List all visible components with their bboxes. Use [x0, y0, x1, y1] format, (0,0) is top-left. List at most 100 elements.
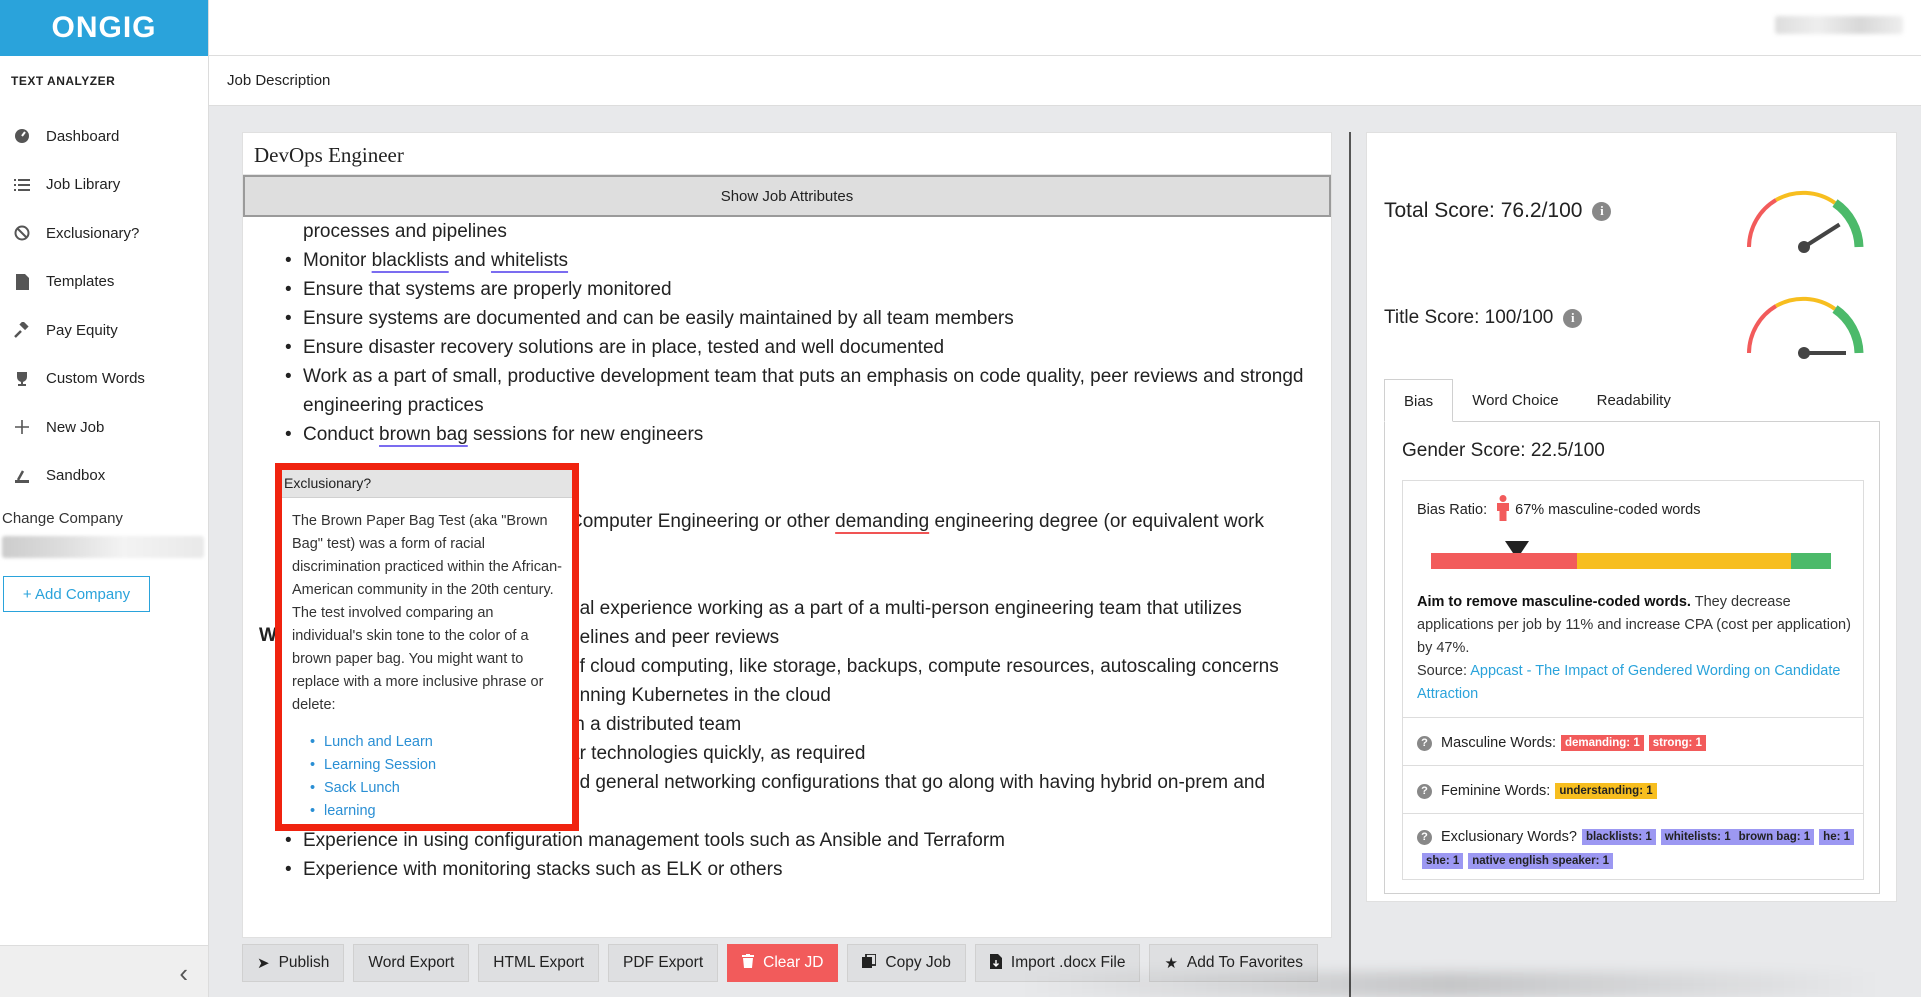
sidebar: ONGIG TEXT ANALYZER Dashboard Job Librar…: [0, 0, 209, 997]
masculine-tag[interactable]: demanding: 1: [1560, 735, 1644, 751]
suggestion-item[interactable]: Learning Session: [310, 754, 572, 777]
jd-line: Experience with monitoring stacks such a…: [285, 855, 1331, 884]
copy-job-button[interactable]: Copy Job: [847, 944, 966, 982]
feminine-words-row: ? Feminine Words: understanding: 1: [1417, 783, 1857, 799]
bias-ratio-bar: [1431, 553, 1831, 569]
bottom-shadow: [1020, 972, 1880, 997]
panel-divider[interactable]: [1349, 132, 1351, 997]
sandbox-icon: [12, 466, 32, 486]
info-icon[interactable]: i: [1592, 201, 1612, 221]
sidebar-item-label: Exclusionary?: [46, 224, 140, 242]
sidebar-item-label: Pay Equity: [46, 321, 118, 339]
job-title-field[interactable]: DevOps Engineer: [243, 133, 1331, 175]
sidebar-item-pay-equity[interactable]: Pay Equity: [0, 306, 208, 355]
user-menu[interactable]: [1775, 16, 1903, 34]
total-score: Total Score: 76.2/100 i: [1384, 199, 1612, 223]
exclusionary-tag[interactable]: blacklists: 1: [1581, 829, 1656, 845]
flagged-word-blacklists[interactable]: blacklists: [372, 250, 449, 271]
feminine-tag[interactable]: understanding: 1: [1555, 783, 1657, 799]
html-export-button[interactable]: HTML Export: [478, 944, 600, 982]
sidebar-item-job-library[interactable]: Job Library: [0, 161, 208, 210]
sidebar-item-label: Custom Words: [46, 370, 145, 388]
jd-line: Ensure that systems are properly monitor…: [285, 275, 1331, 304]
sidebar-item-custom-words[interactable]: Custom Words: [0, 355, 208, 404]
word-export-button[interactable]: Word Export: [353, 944, 470, 982]
sidebar-item-exclusionary[interactable]: Exclusionary?: [0, 209, 208, 258]
list-icon: [12, 175, 32, 195]
sidebar-footer: ‹: [0, 945, 208, 997]
copy-icon: [862, 953, 878, 972]
sidebar-item-templates[interactable]: Templates: [0, 258, 208, 307]
bias-ratio: Bias Ratio: 67% masculine-coded words: [1403, 481, 1863, 525]
sidebar-item-dashboard[interactable]: Dashboard: [0, 112, 208, 161]
suggestion-item[interactable]: Sack Lunch: [310, 777, 572, 800]
sidebar-item-label: New Job: [46, 418, 105, 436]
bias-advice: Aim to remove masculine-coded words. The…: [1417, 594, 1851, 702]
flagged-word-demanding[interactable]: demanding: [835, 511, 929, 532]
masculine-words-row: ? Masculine Words: demanding: 1 strong: …: [1417, 735, 1857, 751]
jd-line: nal experience working as a part of a mu…: [569, 598, 1242, 619]
dashboard-icon: [12, 126, 32, 146]
show-job-attributes-button[interactable]: Show Job Attributes: [243, 175, 1331, 217]
source-link[interactable]: Appcast - The Impact of Gendered Wording…: [1417, 663, 1840, 702]
flagged-word-whitelists[interactable]: whitelists: [491, 250, 568, 271]
jd-line: unning Kubernetes in the cloud: [569, 685, 831, 706]
help-icon[interactable]: ?: [1417, 829, 1432, 845]
title-score: Title Score: 100/100 i: [1384, 307, 1583, 329]
jd-line: ar technologies quickly, as required: [569, 743, 866, 764]
help-icon[interactable]: ?: [1417, 783, 1432, 799]
sidebar-item-label: Job Library: [46, 176, 121, 194]
page-header: Job Description: [209, 56, 1921, 106]
gender-score: Gender Score: 22.5/100: [1402, 440, 1605, 461]
divider: [1403, 717, 1863, 718]
add-company-button[interactable]: + Add Company: [3, 576, 150, 612]
publish-button[interactable]: ➤ Publish: [242, 944, 345, 982]
plus-icon: [12, 417, 32, 437]
exclusionary-tag[interactable]: brown bag: 1: [1734, 829, 1815, 845]
sidebar-item-sandbox[interactable]: Sandbox: [0, 452, 208, 501]
clear-jd-button[interactable]: Clear JD: [727, 944, 839, 982]
total-score-label: Total Score: 76.2/100: [1384, 199, 1583, 222]
score-panel: Total Score: 76.2/100 i Title Score: 100…: [1366, 132, 1897, 902]
tab-bias[interactable]: Bias: [1384, 379, 1454, 422]
tab-readability[interactable]: Readability: [1578, 379, 1690, 421]
suggestion-item[interactable]: learning: [310, 800, 572, 823]
ban-icon: [12, 223, 32, 243]
jd-line: of cloud computing, like storage, backup…: [569, 656, 1279, 677]
suggestion-list: Lunch and Learn Learning Session Sack Lu…: [282, 717, 572, 823]
bias-bar-neutral: [1577, 553, 1791, 569]
analysis-tabs: Bias Word Choice Readability: [1384, 379, 1880, 422]
total-score-gauge: [1747, 190, 1864, 253]
top-bar: [209, 0, 1921, 56]
jd-line: Conduct brown bag sessions for new engin…: [285, 420, 1331, 449]
bias-bar-masculine: [1431, 553, 1577, 569]
jd-line: Ensure systems are documented and can be…: [285, 304, 1331, 333]
exclusionary-popup: Exclusionary? The Brown Paper Bag Test (…: [275, 463, 579, 831]
company-select[interactable]: [2, 536, 204, 558]
tab-word-choice[interactable]: Word Choice: [1453, 379, 1577, 421]
paper-plane-icon: ➤: [257, 955, 270, 972]
suggestion-item[interactable]: Lunch and Learn: [310, 731, 572, 754]
help-icon[interactable]: ?: [1417, 735, 1432, 751]
exclusionary-tag[interactable]: native english speaker: 1: [1468, 853, 1614, 869]
exclusionary-tag[interactable]: he: 1: [1819, 829, 1855, 845]
page-title: Job Description: [227, 72, 331, 89]
sidebar-item-new-job[interactable]: New Job: [0, 403, 208, 452]
file-import-icon: [989, 953, 1002, 973]
male-person-icon: [1495, 495, 1511, 525]
ongig-logo[interactable]: ONGIG: [0, 0, 208, 56]
exclusionary-tag[interactable]: she: 1: [1422, 853, 1464, 869]
info-icon[interactable]: i: [1563, 308, 1583, 328]
jd-line: pelines and peer reviews: [569, 627, 780, 648]
trash-icon: [742, 954, 755, 972]
title-score-gauge: [1747, 296, 1864, 359]
flagged-word-brown-bag[interactable]: brown bag: [379, 424, 468, 445]
exclusionary-tag[interactable]: whitelists: 1: [1660, 829, 1735, 845]
collapse-sidebar-icon[interactable]: ‹: [179, 958, 188, 989]
sidebar-item-label: Sandbox: [46, 467, 106, 485]
title-score-label: Title Score: 100/100: [1384, 307, 1554, 328]
pdf-export-button[interactable]: PDF Export: [608, 944, 719, 982]
jd-line: processes and pipelines: [303, 221, 507, 242]
star-icon: ★: [1164, 955, 1178, 972]
masculine-tag[interactable]: strong: 1: [1648, 735, 1706, 751]
